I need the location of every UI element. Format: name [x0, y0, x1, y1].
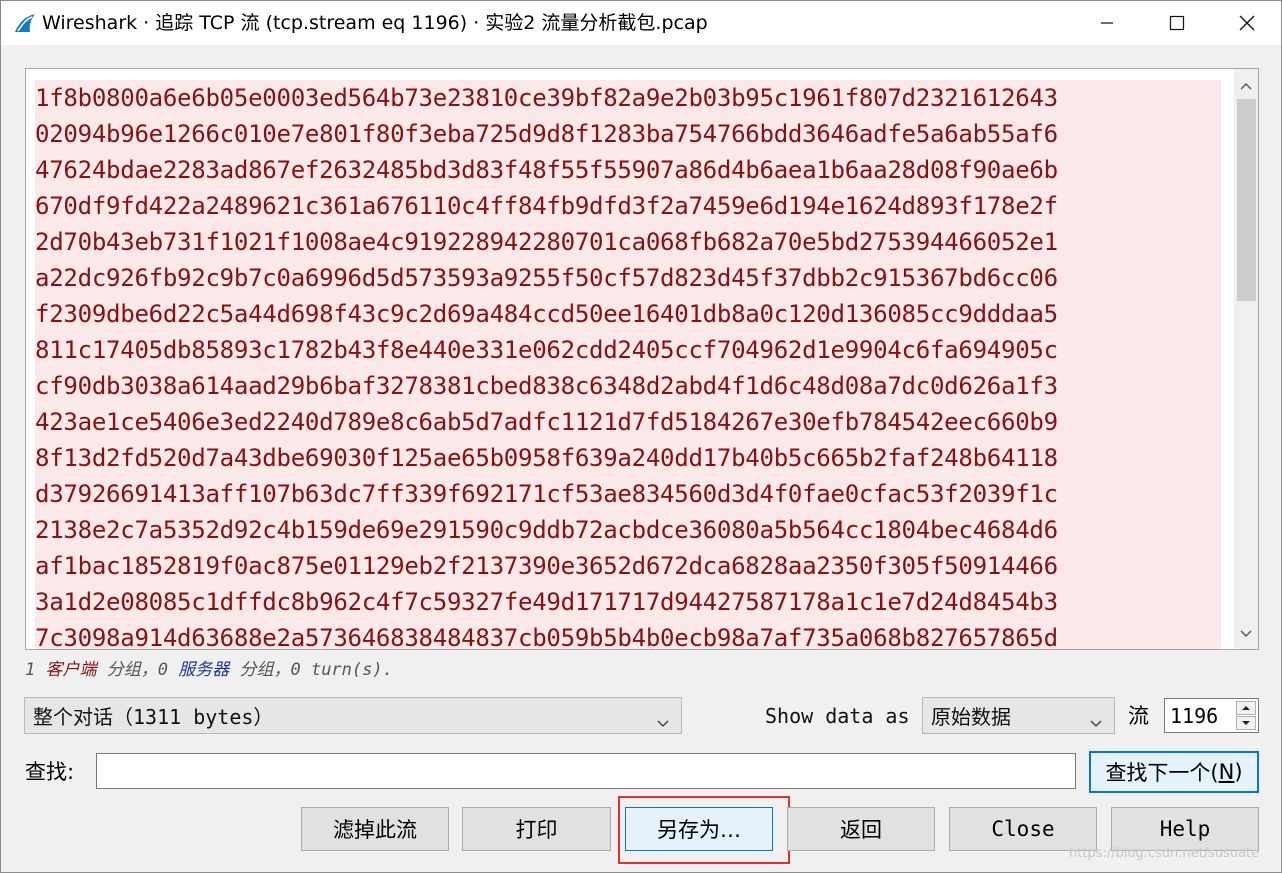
scroll-down-arrow-icon[interactable]	[1234, 623, 1258, 645]
hex-lines: 1f8b0800a6e6b05e0003ed564b73e23810ce39bf…	[35, 80, 1221, 649]
title-bar[interactable]: Wireshark · 追踪 TCP 流 (tcp.stream eq 1196…	[1, 1, 1281, 45]
stream-content-view[interactable]: 1f8b0800a6e6b05e0003ed564b73e23810ce39bf…	[25, 68, 1259, 650]
chevron-down-icon	[1090, 709, 1102, 733]
scroll-up-arrow-icon[interactable]	[1234, 75, 1258, 97]
client-label: 客户端	[45, 660, 97, 680]
vertical-scrollbar[interactable]	[1234, 69, 1258, 649]
stream-number-spinbox[interactable]: 1196	[1164, 698, 1259, 733]
hex-line: f2309dbe6d22c5a44d698f43c9c2d69a484ccd50…	[35, 296, 1221, 332]
spin-down-icon[interactable]	[1236, 716, 1256, 730]
client-count: 1	[25, 660, 36, 680]
stream-number-value: 1196	[1170, 703, 1219, 728]
find-next-close: )	[1234, 760, 1243, 784]
conversation-select[interactable]: 整个对话（1311 bytes）	[24, 697, 682, 734]
chevron-down-icon	[657, 709, 669, 733]
hex-line: 1f8b0800a6e6b05e0003ed564b73e23810ce39bf…	[35, 80, 1221, 116]
hex-line: cf90db3038a614aad29b6baf3278381cbed838c6…	[35, 368, 1221, 404]
show-data-as-value: 原始数据	[931, 705, 1011, 729]
window-title: Wireshark · 追踪 TCP 流 (tcp.stream eq 1196…	[42, 12, 708, 34]
hex-line: 670df9fd422a2489621c361a676110c4ff84fb9d…	[35, 188, 1221, 224]
help-button[interactable]: Help	[1111, 807, 1259, 851]
spin-up-icon[interactable]	[1236, 701, 1256, 715]
watermark: https://blog.csdn.net/susuate	[1069, 846, 1260, 861]
scrollbar-thumb[interactable]	[1237, 99, 1256, 301]
find-input[interactable]	[96, 753, 1076, 789]
follow-tcp-stream-dialog: Wireshark · 追踪 TCP 流 (tcp.stream eq 1196…	[0, 0, 1282, 873]
find-next-label: 查找下一个(	[1105, 761, 1219, 785]
find-label: 查找:	[25, 760, 75, 784]
hex-line: 7c3098a914d63688e2a573646838484837cb059b…	[35, 620, 1221, 649]
close-icon[interactable]	[1212, 1, 1282, 45]
stream-summary: 1 客户端 分组，0 服务器 分组，0 turn(s).	[25, 659, 393, 681]
back-button[interactable]: 返回	[787, 807, 935, 851]
show-data-as-label: Show data as	[765, 704, 910, 728]
filter-out-stream-button[interactable]: 滤掉此流	[301, 807, 449, 851]
conversation-select-value: 整个对话（1311 bytes）	[33, 705, 274, 729]
hex-line: 423ae1ce5406e3ed2240d789e8c6ab5d7adfc112…	[35, 404, 1221, 440]
print-button[interactable]: 打印	[462, 807, 611, 851]
server-label: 服务器	[178, 660, 230, 680]
save-as-button[interactable]: 另存为…	[625, 807, 773, 851]
stream-label: 流	[1128, 704, 1149, 728]
hex-line: 811c17405db85893c1782b43f8e440e331e062cd…	[35, 332, 1221, 368]
hex-line: d37926691413aff107b63dc7ff339f692171cf53…	[35, 476, 1221, 512]
maximize-icon[interactable]	[1142, 1, 1212, 45]
close-button[interactable]: Close	[949, 807, 1097, 851]
find-next-button[interactable]: 查找下一个(N)	[1089, 751, 1259, 793]
hex-line: 47624bdae2283ad867ef2632485bd3d83f48f55f…	[35, 152, 1221, 188]
show-data-as-select[interactable]: 原始数据	[922, 697, 1115, 734]
hex-line: af1bac1852819f0ac875e01129eb2f2137390e36…	[35, 548, 1221, 584]
hex-line: 3a1d2e08085c1dffdc8b962c4f7c59327fe49d17…	[35, 584, 1221, 620]
summary-middle: 分组，	[96, 660, 158, 680]
hex-line: 8f13d2fd520d7a43dbe69030f125ae65b0958f63…	[35, 440, 1221, 476]
find-next-accelerator: N	[1218, 760, 1235, 784]
summary-tail: 分组，0 turn(s).	[229, 660, 393, 680]
server-count: 0	[157, 660, 168, 680]
wireshark-fin-icon	[13, 12, 37, 34]
hex-line: 2d70b43eb731f1021f1008ae4c91922894228070…	[35, 224, 1221, 260]
hex-line: a22dc926fb92c9b7c0a6996d5d573593a9255f50…	[35, 260, 1221, 296]
hex-line: 02094b96e1266c010e7e801f80f3eba725d9d8f1…	[35, 116, 1221, 152]
minimize-icon[interactable]	[1072, 1, 1142, 45]
hex-line: 2138e2c7a5352d92c4b159de69e291590c9ddb72…	[35, 512, 1221, 548]
